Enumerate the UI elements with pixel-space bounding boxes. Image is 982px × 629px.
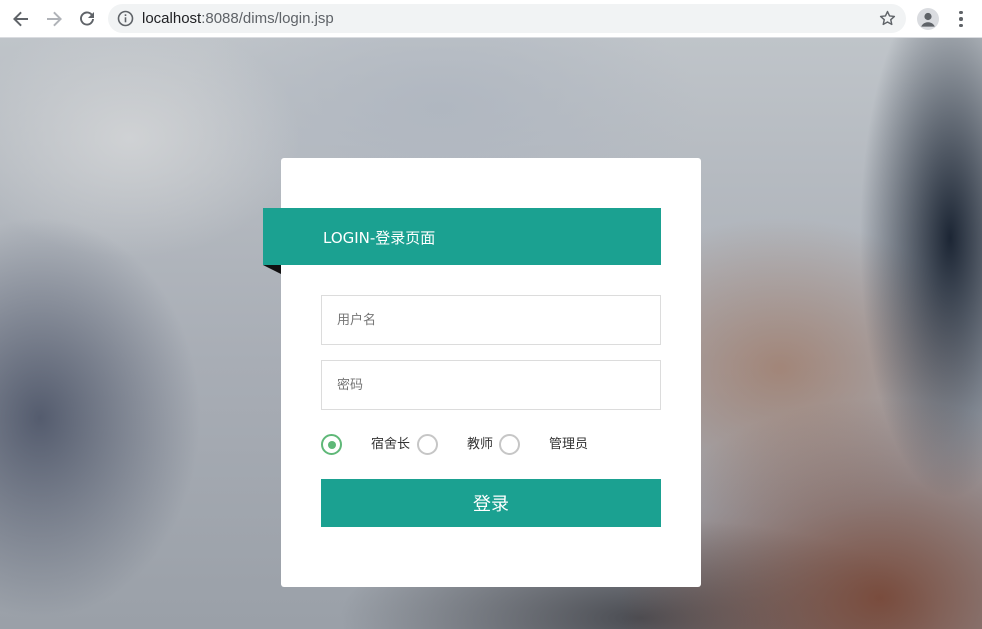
- reload-button[interactable]: [75, 7, 99, 31]
- url-path: :8088/dims/login.jsp: [201, 10, 334, 27]
- username-input[interactable]: [321, 295, 661, 345]
- role-label-teacher: 教师: [467, 437, 494, 452]
- role-radio-admin[interactable]: [499, 434, 520, 455]
- forward-button[interactable]: [42, 7, 66, 31]
- forward-arrow-icon: [47, 11, 62, 27]
- star-icon[interactable]: [878, 9, 897, 28]
- role-radio-teacher[interactable]: [417, 434, 438, 455]
- reload-icon: [80, 11, 94, 26]
- menu-dots-icon[interactable]: [951, 8, 971, 30]
- role-label-admin: 管理员: [549, 437, 589, 452]
- browser-toolbar: localhost:8088/dims/login.jsp: [0, 0, 982, 38]
- role-label-dorm-leader: 宿舍长: [371, 437, 411, 452]
- role-radio-group: 宿舍长 教师 管理员: [321, 430, 661, 460]
- page-viewport: LOGIN-登录页面 宿舍长 教师 管理员 登录: [0, 38, 982, 629]
- login-button[interactable]: 登录: [321, 479, 661, 527]
- ribbon-fold: [263, 265, 281, 274]
- profile-icon: [921, 12, 935, 27]
- info-icon[interactable]: [117, 10, 134, 27]
- role-radio-dorm-leader[interactable]: [321, 434, 342, 455]
- back-arrow-icon: [13, 11, 28, 27]
- url-host: localhost: [142, 10, 202, 27]
- back-button[interactable]: [9, 7, 33, 31]
- address-bar[interactable]: localhost:8088/dims/login.jsp: [108, 4, 906, 33]
- login-header-ribbon: LOGIN-登录页面: [263, 208, 661, 265]
- url-text[interactable]: localhost:8088/dims/login.jsp: [142, 10, 334, 27]
- password-input[interactable]: [321, 360, 661, 410]
- login-title: LOGIN-登录页面: [323, 229, 436, 247]
- profile-button[interactable]: [917, 8, 939, 30]
